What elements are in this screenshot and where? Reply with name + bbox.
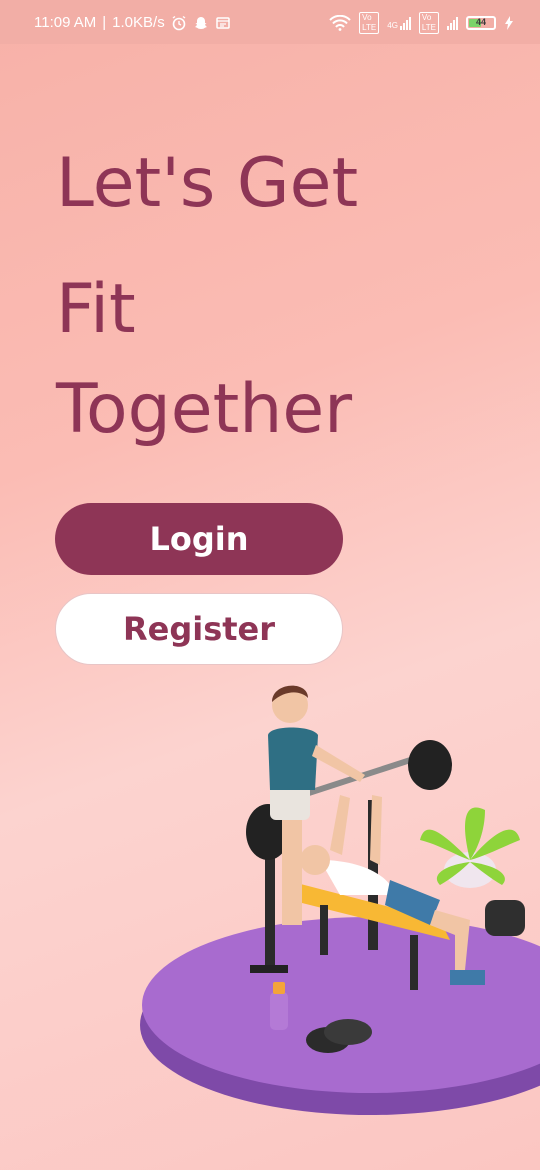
status-divider: | bbox=[102, 14, 107, 31]
lying-man-arm-2 bbox=[370, 795, 382, 865]
lying-man-arm bbox=[330, 795, 350, 855]
trainer-shirt bbox=[268, 727, 318, 790]
status-right: Vo LTE 4G Vo LTE 44 bbox=[329, 12, 514, 34]
browser-icon bbox=[215, 16, 230, 29]
signal-bars-2-icon bbox=[447, 16, 458, 30]
network-speed: 1.0KB/s bbox=[112, 14, 165, 31]
gym-illustration bbox=[140, 685, 540, 1115]
wifi-icon bbox=[329, 15, 351, 31]
volte-badge-2: Vo LTE bbox=[418, 12, 439, 34]
bench-leg bbox=[410, 935, 418, 990]
bench-leg-2 bbox=[320, 905, 328, 955]
water-bottle bbox=[270, 992, 288, 1030]
alarm-icon bbox=[172, 15, 186, 30]
dumbbell bbox=[485, 900, 525, 936]
register-button[interactable]: Register bbox=[55, 593, 343, 665]
headline-line-1: Let's Get bbox=[56, 144, 359, 223]
trainer-arm bbox=[312, 745, 365, 782]
snapchat-icon bbox=[194, 16, 207, 29]
headline-line-2: Fit bbox=[56, 270, 136, 349]
bottle-cap bbox=[273, 982, 285, 994]
lying-man-head bbox=[300, 845, 330, 875]
lying-man-shirt bbox=[320, 860, 395, 895]
rack-base bbox=[250, 965, 288, 973]
network-type-label: 4G bbox=[387, 21, 398, 30]
floor-weight-plate-2 bbox=[324, 1019, 372, 1045]
status-time: 11:09 AM bbox=[34, 14, 97, 31]
signal-bars-1-icon bbox=[399, 16, 411, 30]
battery-icon: 44 bbox=[466, 16, 496, 30]
weight-plate-right bbox=[408, 740, 452, 790]
headline-line-3: Together bbox=[56, 370, 353, 449]
status-bar: 11:09 AM | 1.0KB/s Vo LTE 4G Vo LTE 44 bbox=[0, 0, 540, 44]
shoe-icon bbox=[450, 970, 485, 985]
status-left: 11:09 AM | 1.0KB/s bbox=[34, 14, 231, 31]
signal-1: 4G bbox=[387, 16, 411, 30]
login-button[interactable]: Login bbox=[55, 503, 343, 575]
volte-badge-1: Vo LTE bbox=[359, 12, 380, 34]
charging-icon bbox=[505, 16, 513, 30]
trainer-shorts bbox=[270, 785, 310, 820]
battery-level: 44 bbox=[475, 17, 486, 27]
